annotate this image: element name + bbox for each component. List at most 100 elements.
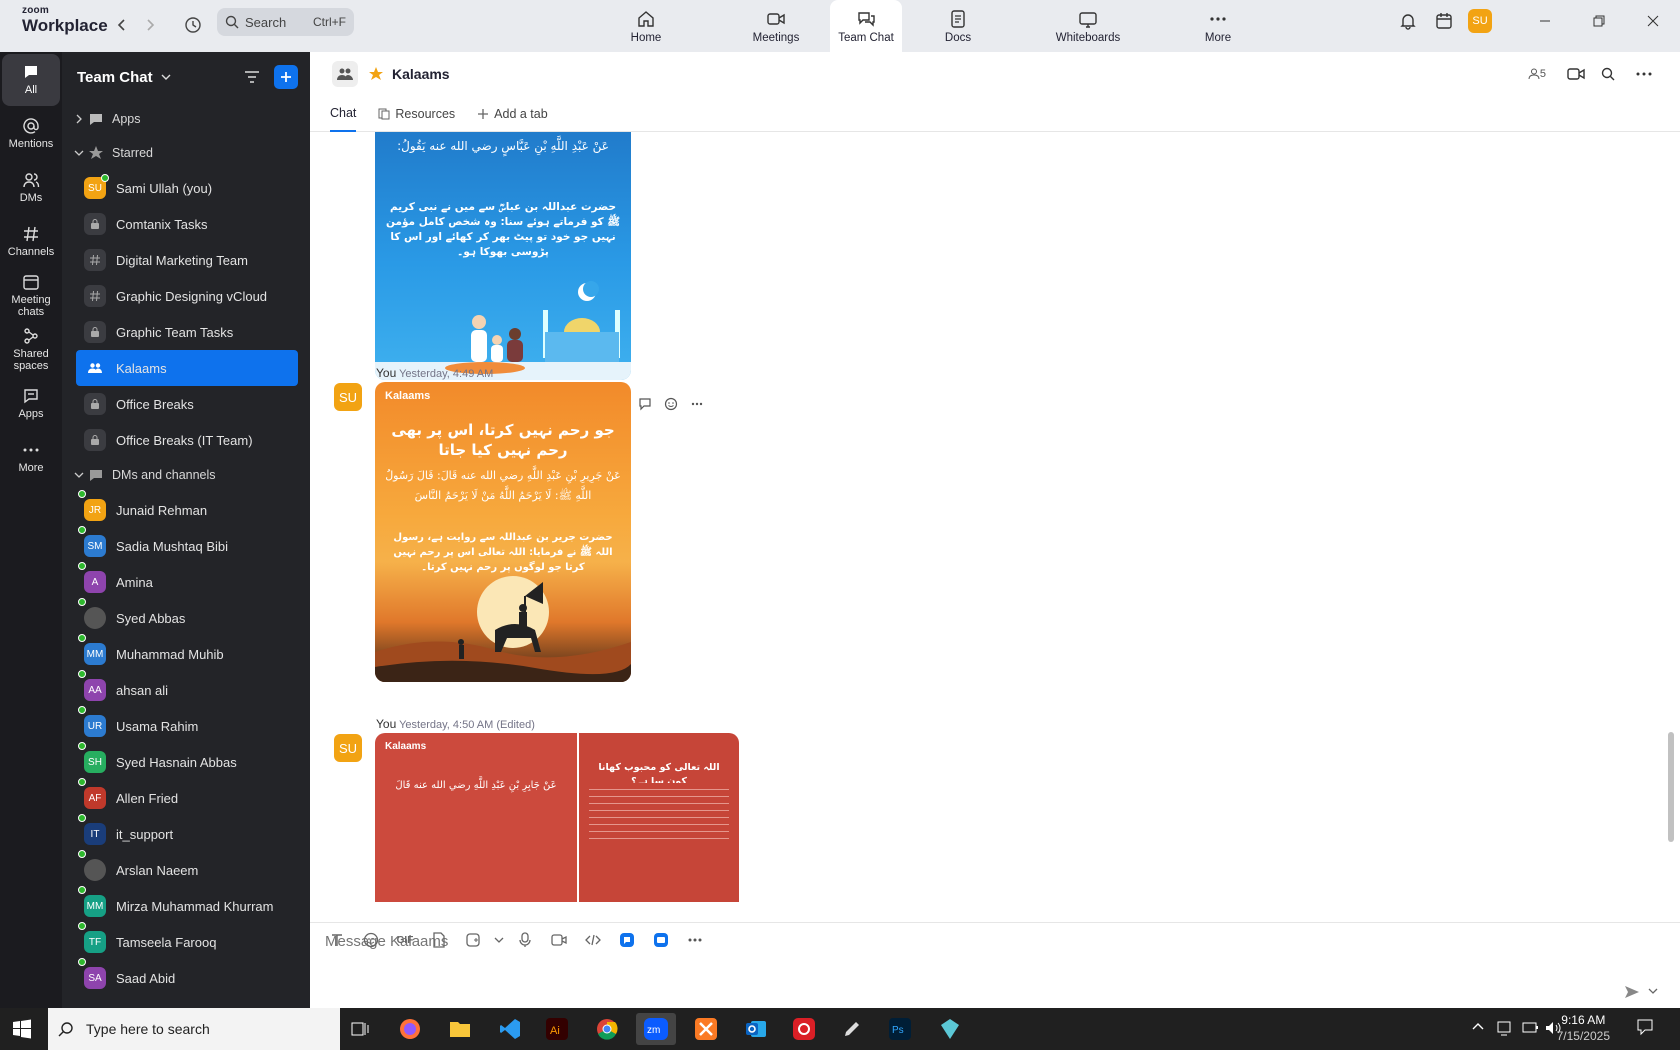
tab-more[interactable]: More <box>1172 0 1264 52</box>
new-chat-button[interactable] <box>274 65 298 89</box>
dm-item[interactable]: MM Muhammad Muhib <box>62 634 310 672</box>
starred-item[interactable]: Office Breaks (IT Team) <box>62 422 310 458</box>
starred-item[interactable]: Graphic Team Tasks <box>62 314 310 350</box>
dm-item[interactable]: SA Saad Abid <box>62 958 310 996</box>
filter-icon[interactable] <box>244 70 260 84</box>
search-icon[interactable] <box>1592 67 1624 81</box>
taskbar-search-input[interactable]: Type here to search <box>48 1008 340 1050</box>
starred-item[interactable]: Kalaams <box>76 350 298 386</box>
zoom-app-icon[interactable]: zm <box>636 1013 676 1045</box>
tab-add[interactable]: Add a tab <box>477 96 548 132</box>
chevron-down-icon[interactable] <box>1646 984 1660 998</box>
avatar[interactable]: SU <box>334 734 362 762</box>
dm-item[interactable]: UR Usama Rahim <box>62 706 310 744</box>
creative-cloud-icon[interactable] <box>784 1013 824 1045</box>
gif-icon[interactable]: GIF <box>388 925 422 955</box>
dm-item[interactable]: MM Mirza Muhammad Khurram <box>62 886 310 924</box>
chevron-down-icon[interactable] <box>161 72 171 82</box>
starred-item[interactable]: Graphic Designing vCloud <box>62 278 310 314</box>
tab-docs[interactable]: Docs <box>912 0 1004 52</box>
xampp-icon[interactable] <box>686 1013 726 1045</box>
app-icon-blue[interactable] <box>610 925 644 955</box>
dm-item[interactable]: SH Syed Hasnain Abbas <box>62 742 310 780</box>
send-icon[interactable] <box>1620 980 1644 1004</box>
minimize-icon[interactable] <box>1518 0 1572 42</box>
rail-dms[interactable]: DMs <box>2 162 60 214</box>
dm-item[interactable]: Syed Abbas <box>62 598 310 636</box>
tab-meetings[interactable]: Meetings <box>730 0 822 52</box>
starred-item[interactable]: SU Sami Ullah (you) <box>62 170 310 206</box>
firefox-icon[interactable] <box>390 1013 430 1045</box>
rail-meeting-chats[interactable]: Meeting chats <box>2 270 60 322</box>
reply-icon[interactable] <box>635 394 655 414</box>
avatar[interactable]: SU <box>334 383 362 411</box>
calendar-icon[interactable] <box>1426 3 1462 39</box>
rail-mentions[interactable]: Mentions <box>2 108 60 160</box>
code-icon[interactable] <box>576 925 610 955</box>
image-card-hadith-3[interactable]: Kalaams عَنْ جَابِرِ بْنِ عَبْدِ اللَّهِ… <box>375 733 577 902</box>
tab-whiteboards[interactable]: Whiteboards <box>1042 0 1134 52</box>
dm-item[interactable]: IT it_support <box>62 814 310 852</box>
section-apps[interactable]: Apps <box>62 102 310 136</box>
task-view-icon[interactable] <box>340 1013 380 1045</box>
dm-item[interactable]: TF Tamseela Farooq <box>62 922 310 960</box>
restore-icon[interactable] <box>1572 0 1626 42</box>
system-clock[interactable]: 9:16 AM 7/15/2025 <box>1557 1012 1610 1044</box>
forward-arrow-icon[interactable] <box>138 13 162 37</box>
file-explorer-icon[interactable] <box>440 1013 480 1045</box>
starred-item[interactable]: Office Breaks <box>62 386 310 422</box>
app-gem-icon[interactable] <box>930 1013 970 1045</box>
profile-avatar[interactable]: SU <box>1462 3 1498 39</box>
dm-item[interactable]: Arslan Naeem <box>62 850 310 888</box>
tab-resources[interactable]: Resources <box>378 96 455 132</box>
rail-shared-spaces[interactable]: Shared spaces <box>2 324 60 376</box>
back-arrow-icon[interactable] <box>110 13 134 37</box>
dm-item[interactable]: JR Junaid Rehman <box>62 490 310 528</box>
video-icon[interactable] <box>1560 67 1592 81</box>
vscode-icon[interactable] <box>490 1013 530 1045</box>
tab-chat[interactable]: Chat <box>330 96 357 132</box>
image-card-hadith-2[interactable]: Kalaams جو رحم نہیں کرتا، اس پر بھی رحم … <box>375 382 631 682</box>
notification-icon[interactable] <box>1636 1018 1654 1036</box>
image-card-hadith-4[interactable]: اللہ تعالی کو محبوب کھانا کون سا ہے؟ <box>579 733 739 902</box>
rail-all[interactable]: All <box>2 54 60 106</box>
illustrator-icon[interactable]: Ai <box>537 1013 577 1045</box>
pen-tool-icon[interactable] <box>832 1013 872 1045</box>
image-card-hadith-1[interactable]: عَنْ عَبْدِ اللَّهِ بْنِ عَبَّاسٍ رضي ال… <box>375 132 631 380</box>
history-icon[interactable] <box>181 13 205 37</box>
text-format-icon[interactable] <box>320 925 354 955</box>
outlook-icon[interactable] <box>736 1013 776 1045</box>
video-message-icon[interactable] <box>542 925 576 955</box>
tab-team-chat[interactable]: Team Chat <box>830 0 902 52</box>
section-starred[interactable]: Starred <box>62 136 310 170</box>
sidebar-title[interactable]: Team Chat <box>77 69 153 86</box>
rail-channels[interactable]: Channels <box>2 216 60 268</box>
screenshot-icon[interactable] <box>456 925 490 955</box>
tab-home[interactable]: Home <box>600 0 692 52</box>
photoshop-icon[interactable]: Ps <box>880 1013 920 1045</box>
dm-item[interactable]: AA ahsan ali <box>62 670 310 708</box>
emoji-icon[interactable] <box>354 925 388 955</box>
starred-item[interactable]: Comtanix Tasks <box>62 206 310 242</box>
dm-item[interactable]: SM Sadia Mushtaq Bibi <box>62 526 310 564</box>
star-icon[interactable] <box>368 66 384 82</box>
rail-more[interactable]: More <box>2 432 60 484</box>
members-button[interactable]: 5 <box>1528 68 1546 80</box>
chrome-icon[interactable] <box>587 1013 627 1045</box>
more-options-icon[interactable] <box>1624 72 1664 76</box>
starred-item[interactable]: Digital Marketing Team <box>62 242 310 278</box>
dm-item[interactable]: A Amina <box>62 562 310 600</box>
more-options-icon[interactable] <box>687 394 707 414</box>
chevron-down-icon[interactable] <box>490 925 508 955</box>
file-icon[interactable] <box>422 925 456 955</box>
network-icon[interactable] <box>1496 1020 1514 1036</box>
scrollbar[interactable] <box>1668 732 1674 842</box>
emoji-reaction-icon[interactable] <box>661 394 681 414</box>
more-icon[interactable] <box>678 925 712 955</box>
dm-item[interactable]: AF Allen Fried <box>62 778 310 816</box>
section-dms[interactable]: DMs and channels <box>62 458 310 492</box>
battery-icon[interactable] <box>1522 1020 1540 1036</box>
microphone-icon[interactable] <box>508 925 542 955</box>
search-input[interactable]: Search Ctrl+F <box>217 8 354 36</box>
rail-apps[interactable]: Apps <box>2 378 60 430</box>
